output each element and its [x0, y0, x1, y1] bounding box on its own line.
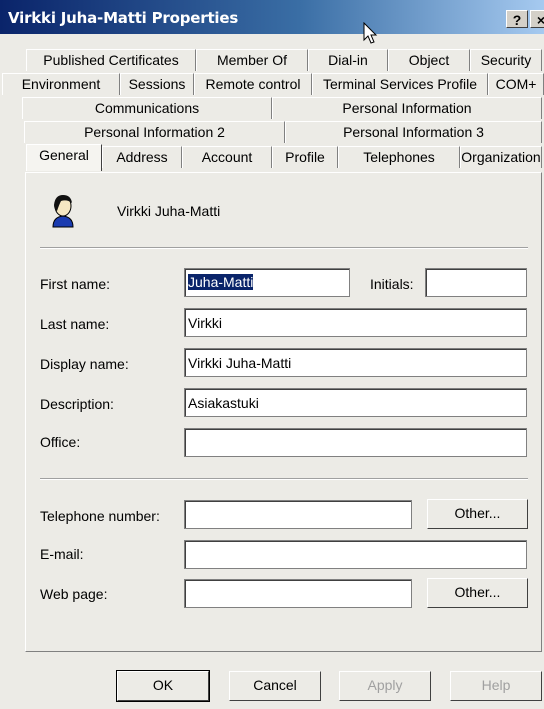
- tab-dial-in[interactable]: Dial-in: [308, 49, 388, 71]
- web-page-other-button[interactable]: Other...: [427, 578, 528, 608]
- close-title-button[interactable]: ×: [530, 10, 544, 28]
- user-display-name: Virkki Juha-Matti: [117, 203, 221, 219]
- tab-organization[interactable]: Organization: [460, 146, 542, 168]
- description-field[interactable]: [184, 388, 527, 417]
- description-label: Description:: [40, 396, 114, 412]
- tab-sessions[interactable]: Sessions: [120, 73, 194, 95]
- tab-environment[interactable]: Environment: [2, 73, 120, 95]
- first-name-label: First name:: [40, 276, 111, 292]
- window-title: Virkki Juha-Matti Properties: [8, 9, 239, 27]
- web-page-field[interactable]: [184, 579, 412, 608]
- properties-dialog: Virkki Juha-Matti Properties ? × Publish…: [0, 0, 544, 709]
- first-name-field[interactable]: Juha-Matti: [184, 268, 350, 297]
- dialog-button-bar: OK Cancel Apply Help: [0, 660, 544, 709]
- tab-remote-control[interactable]: Remote control: [194, 73, 312, 95]
- tab-account[interactable]: Account: [182, 146, 272, 168]
- tab-personal-information[interactable]: Personal Information: [272, 97, 542, 119]
- tab-security[interactable]: Security: [470, 49, 542, 71]
- tab-row-4: Personal Information 2 Personal Informat…: [24, 121, 542, 145]
- tab-row-5: General Address Account Profile Telephon…: [26, 144, 542, 171]
- tab-row-3: Communications Personal Information: [22, 97, 542, 121]
- tab-published-certificates[interactable]: Published Certificates: [26, 49, 196, 71]
- user-icon: [52, 195, 74, 228]
- tab-row-2: Environment Sessions Remote control Term…: [2, 73, 544, 97]
- tab-address[interactable]: Address: [102, 146, 182, 168]
- mouse-cursor-icon: [363, 22, 378, 44]
- telephone-field[interactable]: [184, 500, 412, 529]
- email-field[interactable]: [184, 540, 527, 569]
- tab-general[interactable]: General: [26, 144, 102, 171]
- display-name-field[interactable]: [184, 348, 527, 377]
- tab-object[interactable]: Object: [388, 49, 470, 71]
- tab-personal-information-2[interactable]: Personal Information 2: [24, 121, 285, 143]
- email-label: E-mail:: [40, 546, 84, 562]
- tab-telephones[interactable]: Telephones: [338, 146, 460, 168]
- tab-profile[interactable]: Profile: [272, 146, 338, 168]
- help-button[interactable]: Help: [450, 671, 542, 701]
- display-name-label: Display name:: [40, 356, 129, 372]
- last-name-label: Last name:: [40, 316, 110, 332]
- web-page-label: Web page:: [40, 586, 108, 602]
- last-name-field[interactable]: [184, 308, 527, 337]
- help-title-button[interactable]: ?: [506, 10, 528, 28]
- tab-member-of[interactable]: Member Of: [196, 49, 308, 71]
- first-name-value: Juha-Matti: [188, 274, 254, 290]
- telephone-other-button[interactable]: Other...: [427, 499, 528, 529]
- apply-button[interactable]: Apply: [339, 671, 431, 701]
- tab-row-1: Published Certificates Member Of Dial-in…: [26, 49, 542, 73]
- tab-terminal-services-profile[interactable]: Terminal Services Profile: [312, 73, 488, 95]
- cancel-button[interactable]: Cancel: [229, 671, 321, 701]
- tab-personal-information-3[interactable]: Personal Information 3: [285, 121, 542, 143]
- office-field[interactable]: [184, 428, 527, 457]
- office-label: Office:: [40, 434, 81, 450]
- telephone-label: Telephone number:: [40, 508, 160, 524]
- separator-top: [40, 247, 528, 249]
- initials-label: Initials:: [370, 276, 414, 292]
- separator-middle: [40, 478, 528, 480]
- tab-com-plus[interactable]: COM+: [488, 73, 544, 95]
- tab-communications[interactable]: Communications: [22, 97, 272, 119]
- initials-field[interactable]: [425, 268, 527, 297]
- title-bar[interactable]: Virkki Juha-Matti Properties ? ×: [0, 0, 544, 34]
- ok-button[interactable]: OK: [116, 670, 210, 702]
